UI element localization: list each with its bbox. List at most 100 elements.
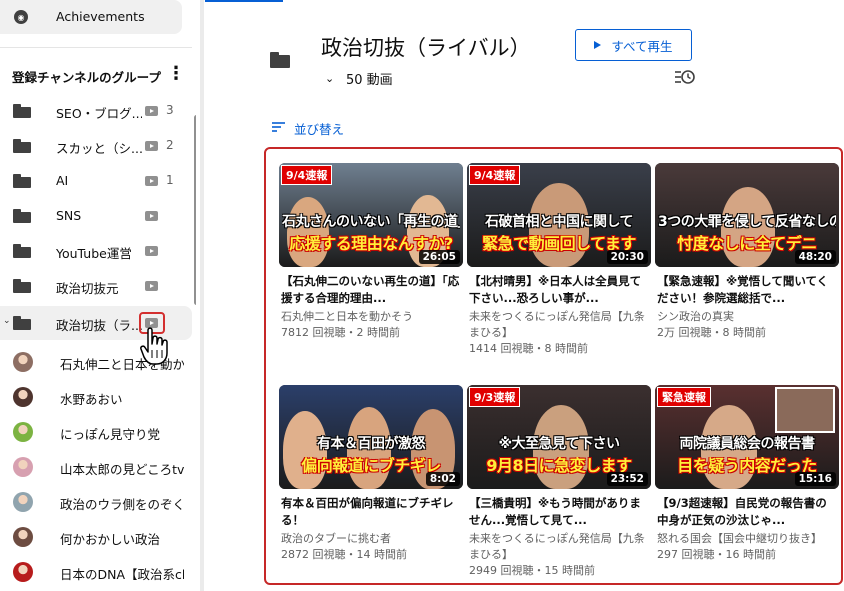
folder-icon [13, 174, 31, 188]
folder-label: SNS [56, 208, 82, 223]
sidebar-folder-ai[interactable]: AI 1 [0, 164, 192, 198]
folder-label: スカッと（シ... [56, 141, 142, 156]
sidebar-folder-seo[interactable]: SEO・ブログ... 3 [0, 94, 192, 128]
video-title[interactable]: 有本＆百田が偏向報道にブチギレる！ [281, 495, 461, 529]
sidebar: ◉ Achievements 登録チャンネルのグループ ⋮ SEO・ブログ...… [0, 0, 196, 591]
channel-item[interactable]: 山本太郎の見どころtv [0, 450, 192, 484]
video-channel-block: 未来をつくるにっぽん発信局【九条まひる】 1414 回視聴・8 時間前 [469, 309, 649, 357]
sort-icon[interactable] [272, 122, 285, 132]
channel-name[interactable]: 未来をつくるにっぽん発信局【九条まひる】 [469, 531, 649, 563]
avatar [13, 562, 33, 582]
video-thumbnail[interactable]: 緊急速報 両院議員総会の報告書 目を疑う内容だった 15:16 [655, 385, 839, 489]
sort-button[interactable]: 並び替え [294, 119, 344, 138]
channel-label: 山本太郎の見どころtv [60, 462, 184, 477]
folder-label: 政治切抜元 [56, 281, 119, 296]
sidebar-item-achievements[interactable]: ◉ Achievements [0, 0, 182, 34]
avatar [13, 457, 33, 477]
video-title[interactable]: 【緊急速報】※覚悟して聞いてください！参院選総括で... [657, 273, 837, 307]
video-thumbnail[interactable]: 9/4速報 石丸さんのいない「再生の道」 応援する理由なんすか? 26:05 [279, 163, 463, 267]
video-channel-block: 石丸伸二と日本を動かそう 7812 回視聴・2 時間前 [281, 309, 461, 341]
sidebar-folder-youtube[interactable]: YouTube運営 [0, 234, 192, 268]
duration-badge: 26:05 [418, 250, 460, 264]
duration-badge: 8:02 [425, 472, 460, 486]
hand-cursor-icon [140, 327, 168, 365]
video-title[interactable]: 【北村晴男】※日本人は全員見て下さい...恐ろしい事が... [469, 273, 649, 307]
video-meta: 1414 回視聴・8 時間前 [469, 342, 588, 355]
inset-photo [775, 387, 835, 433]
news-badge: 9/3速報 [469, 387, 521, 407]
channel-label: 何かおかしい政治 [60, 532, 161, 547]
channel-name[interactable]: 政治のタブーに挑む者 [281, 531, 461, 547]
play-icon [594, 41, 602, 49]
folder-icon [13, 209, 31, 223]
sidebar-item-label: Achievements [56, 9, 145, 24]
channel-name[interactable]: 未来をつくるにっぽん発信局【九条まひる】 [469, 309, 649, 341]
video-meta: 297 回視聴・16 時間前 [657, 548, 776, 561]
video-channel-block: 未来をつくるにっぽん発信局【九条まひる】 2949 回視聴・15 時間前 [469, 531, 649, 579]
avatar [13, 492, 33, 512]
video-meta: 2万 回視聴・8 時間前 [657, 326, 766, 339]
channel-item[interactable]: 政治のウラ側をのぞく [0, 485, 192, 519]
sidebar-scrollbar[interactable] [194, 115, 196, 305]
video-grid: 9/4速報 石丸さんのいない「再生の道」 応援する理由なんすか? 26:05 【… [264, 147, 843, 585]
sidebar-divider [0, 47, 192, 48]
thumbnail-caption: 3つの大罪を侵して反省なしの政権 [658, 214, 836, 230]
news-badge: 9/4速報 [469, 165, 521, 185]
youtube-icon [145, 211, 158, 221]
achievements-icon: ◉ [14, 10, 28, 24]
folder-count: 2 [166, 138, 174, 152]
news-badge: 緊急速報 [657, 387, 711, 407]
folder-count: 3 [166, 103, 174, 117]
sidebar-folder-sukatto[interactable]: スカッと（シ... 2 [0, 129, 192, 163]
video-thumbnail[interactable]: 3つの大罪を侵して反省なしの政権 忖度なしに全てデニ 48:20 [655, 163, 839, 267]
channel-name[interactable]: 石丸伸二と日本を動かそう [281, 309, 461, 325]
video-thumbnail[interactable]: 9/4速報 石破首相と中国に関して 緊急で動画回してます 20:30 [467, 163, 651, 267]
group-section-title: 登録チャンネルのグループ [12, 70, 161, 85]
channel-label: 日本のDNA【政治系ch】 [60, 567, 184, 582]
youtube-icon [145, 141, 158, 151]
avatar [13, 352, 33, 372]
video-channel-block: シン政治の真実 2万 回視聴・8 時間前 [657, 309, 837, 341]
folder-icon [13, 139, 31, 153]
video-title[interactable]: 【9/3超速報】自民党の報告書の中身が正気の沙汰じゃ... [657, 495, 837, 529]
youtube-icon [145, 281, 158, 291]
folder-icon [13, 104, 31, 118]
channel-item[interactable]: 日本のDNA【政治系ch】 [0, 555, 192, 589]
video-title[interactable]: 【三橋貴明】※もう時間がありません...覚悟して見て... [469, 495, 649, 529]
play-all-label: すべて再生 [611, 39, 673, 54]
play-all-button[interactable]: すべて再生 [575, 29, 692, 61]
youtube-icon [145, 246, 158, 256]
folder-icon [13, 316, 31, 330]
duration-badge: 15:16 [794, 472, 836, 486]
folder-label: AI [56, 173, 69, 188]
channel-label: 水野あおい [60, 392, 123, 407]
folder-icon [270, 52, 290, 68]
duration-badge: 48:20 [794, 250, 836, 264]
video-thumbnail[interactable]: 有本＆百田が激怒 偏向報道にブチギレ 8:02 [279, 385, 463, 489]
duration-badge: 20:30 [606, 250, 648, 264]
youtube-icon [145, 106, 158, 116]
channel-item[interactable]: にっぽん見守り党 [0, 415, 192, 449]
channel-label: にっぽん見守り党 [60, 427, 161, 442]
duration-badge: 23:52 [606, 472, 648, 486]
sidebar-folder-politics-source[interactable]: 政治切抜元 [0, 269, 192, 303]
thumbnail-caption: ※大至急見て下さい [498, 436, 620, 452]
channel-name[interactable]: シン政治の真実 [657, 309, 837, 325]
channel-item[interactable]: 水野あおい [0, 380, 192, 414]
sidebar-folder-sns[interactable]: SNS [0, 199, 192, 233]
news-badge: 9/4速報 [281, 165, 333, 185]
folder-label: 政治切抜（ラ... [56, 318, 142, 333]
channel-name[interactable]: 怒れる国会【国会中継切り抜き】 [657, 531, 837, 547]
watch-later-queue-icon[interactable] [674, 68, 696, 86]
chevron-down-icon[interactable]: ⌄ [325, 72, 334, 85]
channel-item[interactable]: 何かおかしい政治 [0, 520, 192, 554]
chevron-down-icon[interactable]: ⌄ [3, 316, 11, 326]
video-thumbnail[interactable]: 9/3速報 ※大至急見て下さい 9月8日に急変します 23:52 [467, 385, 651, 489]
video-channel-block: 怒れる国会【国会中継切り抜き】 297 回視聴・16 時間前 [657, 531, 837, 563]
avatar [13, 527, 33, 547]
channel-label: 政治のウラ側をのぞく [60, 497, 184, 512]
more-vert-icon[interactable]: ⋮ [167, 65, 185, 85]
folder-label: YouTube運営 [56, 246, 132, 261]
video-title[interactable]: 【石丸伸二のいない再生の道】「応援する合理的理由... [281, 273, 461, 307]
person-figure [287, 197, 329, 267]
